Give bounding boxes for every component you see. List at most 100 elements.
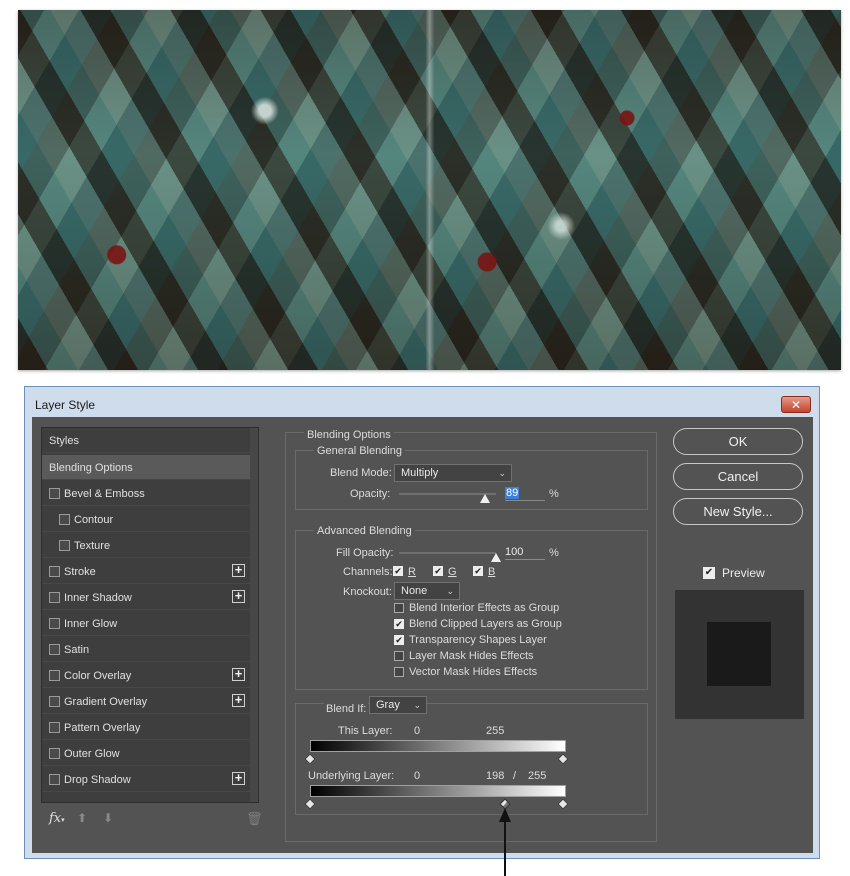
close-button[interactable]: ✕ (781, 396, 811, 413)
style-checkbox[interactable] (49, 670, 60, 681)
channel-b-checkbox[interactable]: ✔ (473, 566, 483, 576)
opacity-value: 89 (505, 487, 520, 499)
style-item-label: Pattern Overlay (64, 722, 141, 734)
add-effect-icon[interactable]: + (232, 693, 245, 707)
style-checkbox[interactable] (49, 592, 60, 603)
underlying-split-value: 198 (486, 770, 505, 782)
add-effect-icon[interactable]: + (232, 589, 245, 603)
fill-opacity-input[interactable]: 100 (505, 545, 545, 560)
style-checkbox[interactable] (49, 488, 60, 499)
add-effect-icon[interactable]: + (232, 563, 245, 577)
style-checkbox[interactable] (59, 514, 70, 525)
style-item-label: Styles (49, 435, 79, 447)
style-item-label: Outer Glow (64, 748, 120, 760)
this-layer-black-stop[interactable] (304, 753, 316, 765)
style-item-label: Bevel & Emboss (64, 488, 145, 500)
advanced-option-label: Layer Mask Hides Effects (409, 650, 534, 662)
channel-r-label: R (408, 566, 416, 578)
style-checkbox[interactable] (49, 774, 60, 785)
general-blending-title: General Blending (314, 445, 406, 457)
styles-list-footer: fx▾ ⬆ ⬇ 🗑 (41, 805, 263, 835)
style-item-texture[interactable]: Texture (42, 533, 250, 558)
style-item-contour[interactable]: Contour (42, 507, 250, 532)
this-layer-white-stop[interactable] (557, 753, 569, 765)
advanced-option-checkbox[interactable] (394, 667, 404, 677)
advanced-option-checkbox[interactable] (394, 651, 404, 661)
advanced-option-checkbox[interactable]: ✔ (394, 635, 404, 645)
channel-r-checkbox[interactable]: ✔ (393, 566, 403, 576)
channel-g-checkbox[interactable]: ✔ (433, 566, 443, 576)
opacity-label: Opacity: (350, 488, 391, 500)
preview-swatch (707, 622, 771, 686)
fill-opacity-slider-track[interactable] (399, 552, 496, 554)
style-item-color-overlay[interactable]: Color Overlay + (42, 663, 250, 688)
cancel-button[interactable]: Cancel (673, 463, 803, 490)
style-checkbox[interactable] (49, 696, 60, 707)
style-item-label: Gradient Overlay (64, 696, 148, 708)
fx-menu-button[interactable]: fx▾ (49, 811, 65, 826)
knockout-dropdown[interactable]: None ⌄ (394, 582, 460, 600)
style-item-label: Color Overlay (64, 670, 132, 682)
opacity-slider-thumb[interactable] (480, 494, 491, 503)
add-effect-icon[interactable]: + (232, 667, 245, 681)
style-preview (675, 590, 804, 719)
style-item-blending-options[interactable]: Blending Options (42, 455, 250, 480)
style-checkbox[interactable] (49, 644, 60, 655)
chevron-down-icon: ⌄ (498, 468, 506, 478)
style-item-satin[interactable]: Satin (42, 637, 250, 662)
style-item-inner-glow[interactable]: Inner Glow (42, 611, 250, 636)
advanced-option-checkbox[interactable] (394, 603, 404, 613)
style-item-label: Blending Options (49, 462, 133, 474)
style-item-inner-shadow[interactable]: Inner Shadow + (42, 585, 250, 610)
blend-if-dropdown[interactable]: Gray ⌄ (369, 696, 427, 714)
style-item-label: Contour (74, 514, 114, 526)
fill-opacity-slider-thumb[interactable] (491, 553, 501, 562)
blend-if-label: Blend If: (324, 703, 369, 715)
chevron-down-icon: ⌄ (413, 700, 421, 710)
blend-if-group: Blend If: Gray ⌄ This Layer: 0 255 Under… (295, 696, 648, 815)
channel-b-label: B (488, 566, 496, 578)
move-down-icon[interactable]: ⬇ (103, 811, 113, 825)
add-effect-icon[interactable]: + (232, 771, 245, 785)
styles-list-scrollbar[interactable] (250, 428, 258, 802)
underlying-white-stop[interactable] (557, 798, 569, 810)
underlying-black-stop[interactable] (304, 798, 316, 810)
trash-icon[interactable]: 🗑 (246, 811, 263, 827)
opacity-input[interactable]: 89 (505, 486, 545, 501)
close-icon: ✕ (790, 398, 802, 412)
style-item-pattern-overlay[interactable]: Pattern Overlay (42, 715, 250, 740)
canvas-image (18, 10, 841, 370)
dialog-titlebar[interactable]: Layer Style ✕ (25, 387, 819, 421)
blend-mode-dropdown[interactable]: Multiply ⌄ (394, 464, 512, 482)
preview-label: Preview (722, 566, 765, 580)
style-item-outer-glow[interactable]: Outer Glow (42, 741, 250, 766)
style-item-drop-shadow[interactable]: Drop Shadow + (42, 767, 250, 792)
style-item-styles[interactable]: Styles (42, 428, 250, 453)
opacity-percent: % (549, 488, 559, 500)
advanced-option-checkbox[interactable]: ✔ (394, 619, 404, 629)
preview-checkbox[interactable]: ✔ (703, 567, 715, 579)
styles-list: Styles Blending Options Bevel & Emboss Cont… (41, 427, 259, 803)
advanced-option-label: Vector Mask Hides Effects (409, 666, 538, 678)
underlying-layer-label: Underlying Layer: (308, 770, 395, 782)
underlying-max: 255 (528, 770, 547, 782)
style-checkbox[interactable] (59, 540, 70, 551)
dialog-title: Layer Style (35, 398, 96, 412)
channel-g-label: G (448, 566, 457, 578)
move-up-icon[interactable]: ⬆ (77, 811, 87, 825)
style-checkbox[interactable] (49, 618, 60, 629)
style-checkbox[interactable] (49, 566, 60, 577)
style-item-label: Stroke (64, 566, 96, 578)
style-checkbox[interactable] (49, 722, 60, 733)
ok-button[interactable]: OK (673, 428, 803, 455)
style-checkbox[interactable] (49, 748, 60, 759)
advanced-option-label: Blend Interior Effects as Group (409, 602, 560, 614)
new-style-button[interactable]: New Style... (673, 498, 803, 525)
style-item-label: Texture (74, 540, 111, 552)
style-item-label: Inner Glow (64, 618, 118, 630)
fill-opacity-percent: % (549, 547, 559, 559)
style-item-gradient-overlay[interactable]: Gradient Overlay + (42, 689, 250, 714)
advanced-blending-title: Advanced Blending (314, 525, 415, 537)
style-item-bevel-emboss[interactable]: Bevel & Emboss (42, 481, 250, 506)
style-item-stroke[interactable]: Stroke + (42, 559, 250, 584)
